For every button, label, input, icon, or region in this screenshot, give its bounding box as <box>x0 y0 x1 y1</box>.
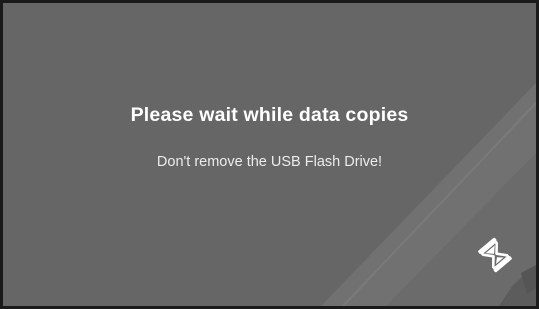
copy-progress-screen: Please wait while data copies Don't remo… <box>3 3 536 306</box>
dialog-title: Please wait while data copies <box>130 104 409 126</box>
hourglass-icon <box>478 237 512 273</box>
device-screen-frame: Please wait while data copies Don't remo… <box>0 0 539 309</box>
dialog-message: Don't remove the USB Flash Drive! <box>156 154 383 170</box>
